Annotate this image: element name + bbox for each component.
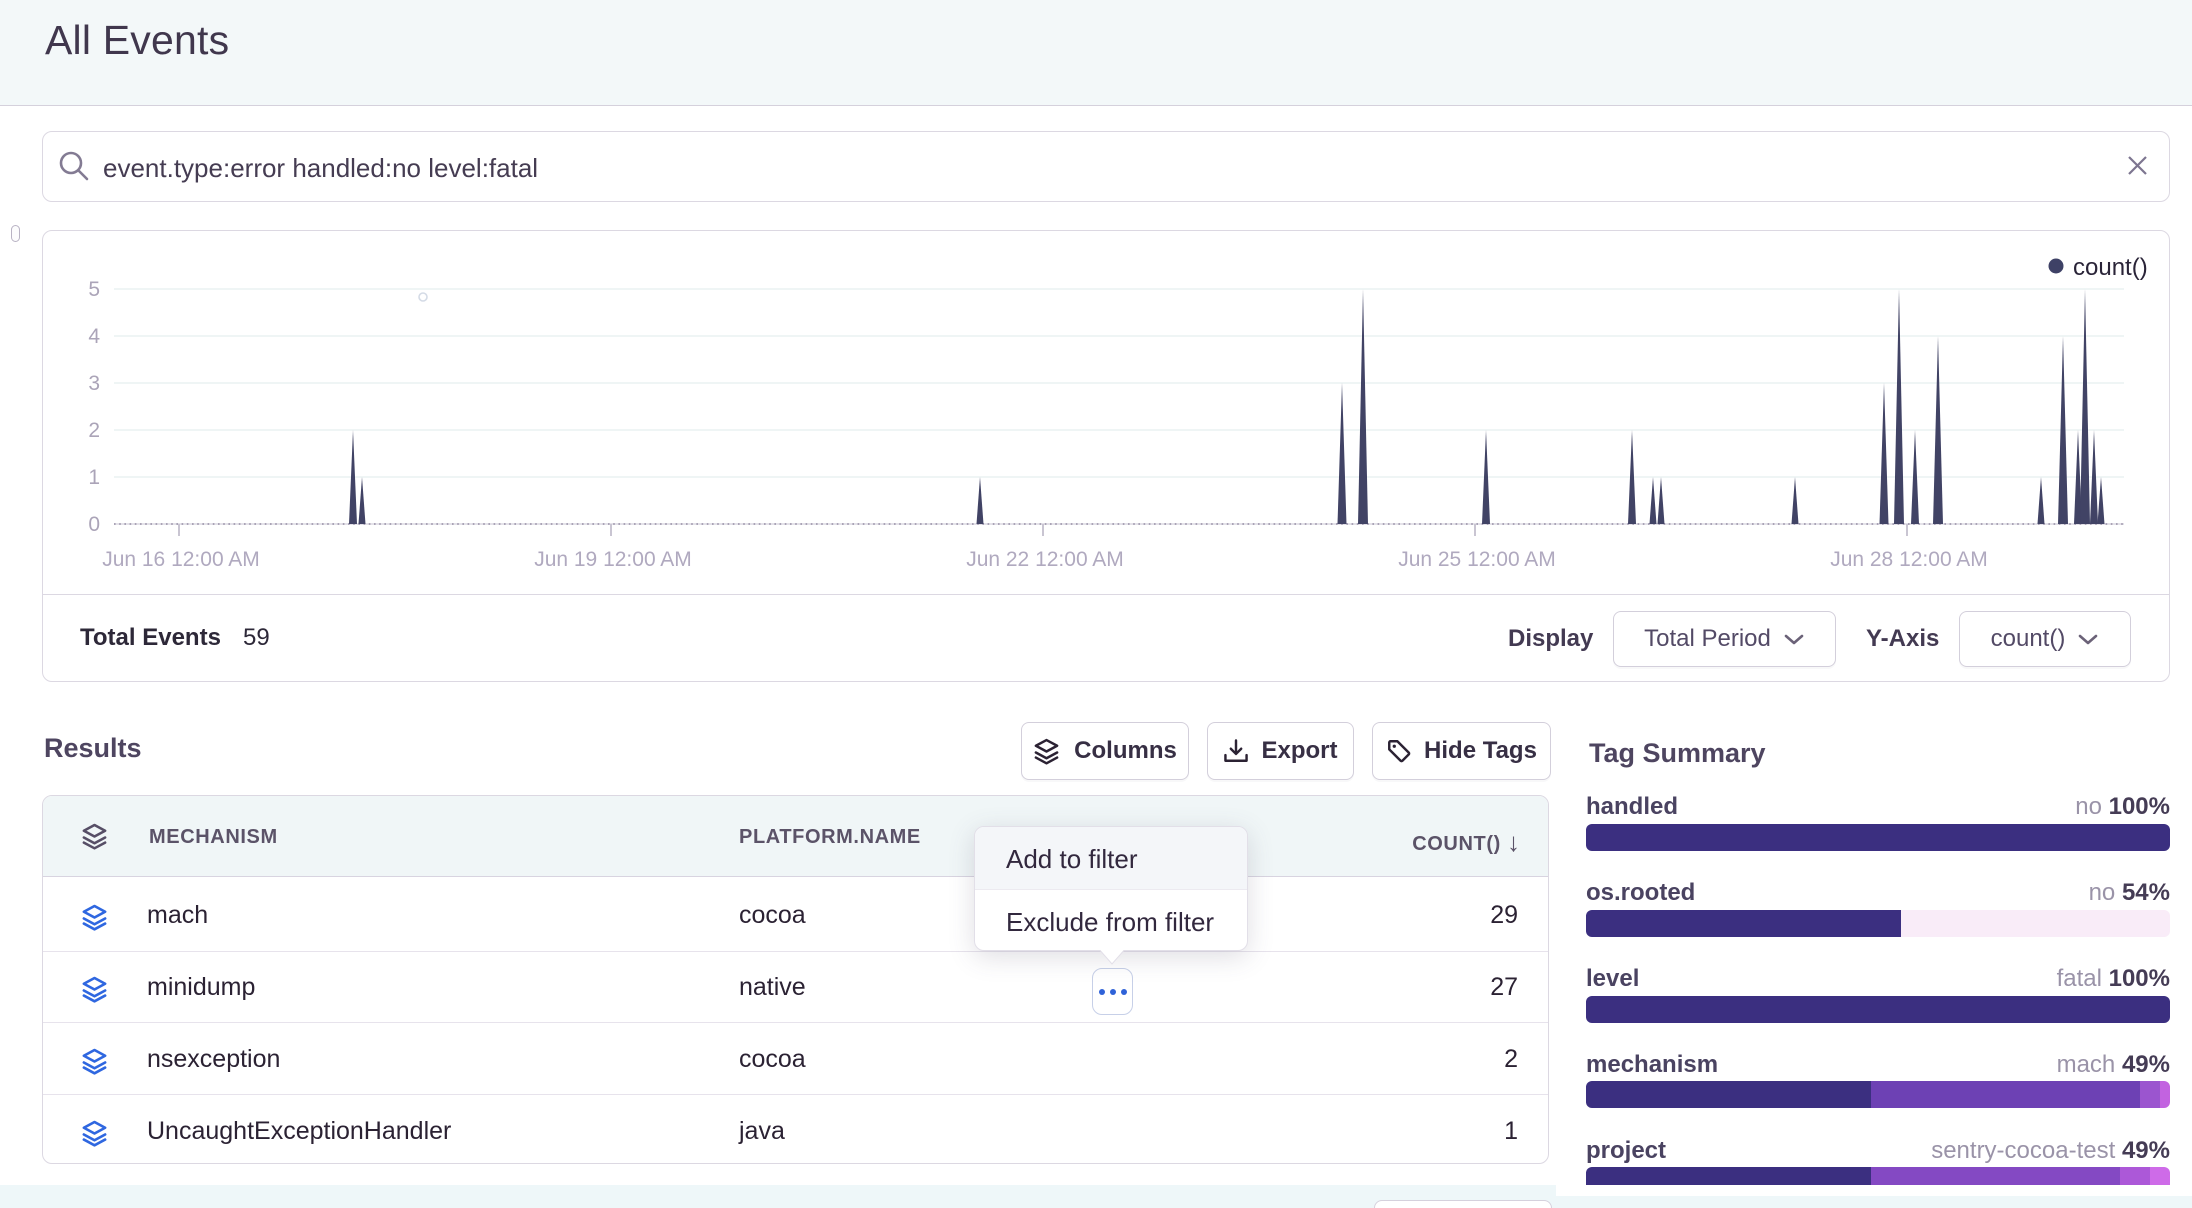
svg-text:Jun 25 12:00 AM: Jun 25 12:00 AM: [1398, 548, 1556, 571]
svg-text:3: 3: [88, 372, 100, 395]
svg-text:0: 0: [88, 513, 100, 536]
svg-text:2: 2: [88, 419, 100, 442]
svg-text:Jun 22 12:00 AM: Jun 22 12:00 AM: [966, 548, 1124, 571]
svg-text:Jun 16 12:00 AM: Jun 16 12:00 AM: [102, 548, 260, 571]
svg-text:Jun 28 12:00 AM: Jun 28 12:00 AM: [1830, 548, 1988, 571]
svg-text:count(): count(): [2073, 254, 2148, 281]
svg-text:4: 4: [88, 325, 100, 348]
svg-text:5: 5: [88, 278, 100, 301]
svg-text:Jun 19 12:00 AM: Jun 19 12:00 AM: [534, 548, 692, 571]
svg-text:1: 1: [88, 466, 100, 489]
